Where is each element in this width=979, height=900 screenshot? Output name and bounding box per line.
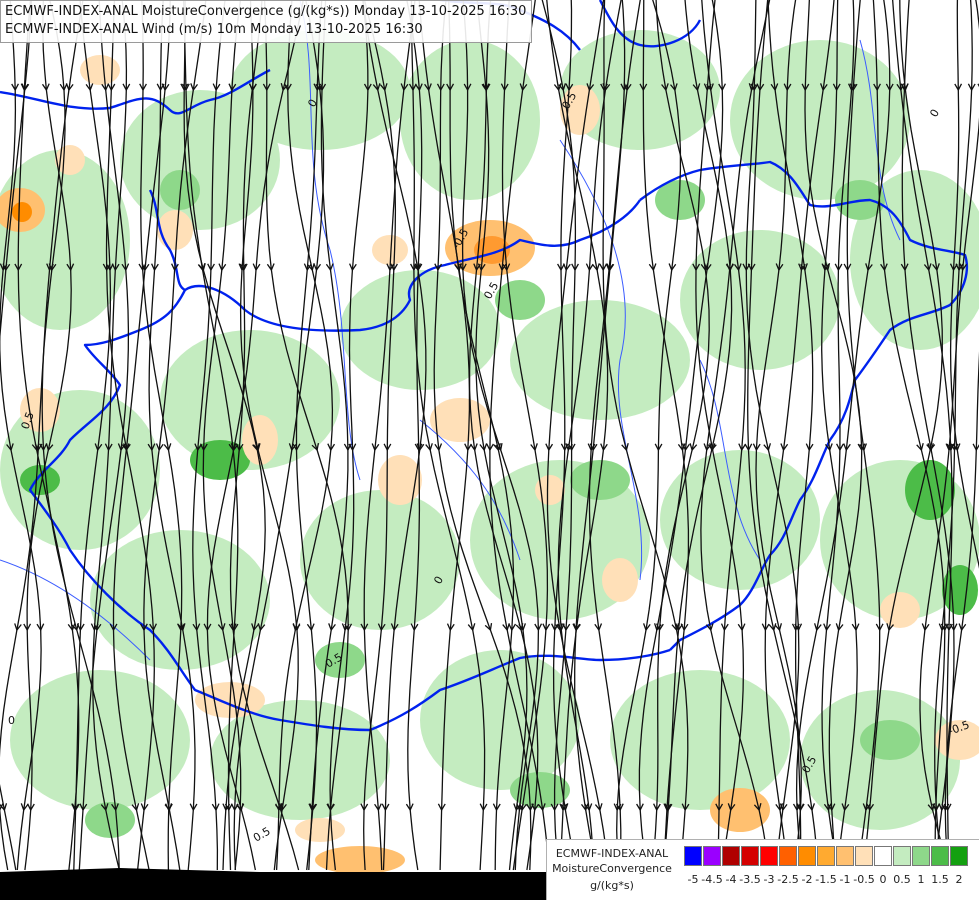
legend-tick-label: 2	[955, 873, 963, 886]
legend-tick-label: -3.5	[739, 873, 761, 886]
legend-swatch	[836, 846, 854, 866]
legend-caption: ECMWF-INDEX-ANAL MoistureConvergence g/(…	[547, 846, 677, 893]
legend-swatch	[950, 846, 968, 866]
weather-map: 0 0.5 0.5 -0.5 0.5 0 0.5 -0.5 0 0.5 0 0.…	[0, 0, 979, 900]
title-line-1: ECMWF-INDEX-ANAL MoistureConvergence (g/…	[5, 4, 527, 19]
legend-tick-label: -4	[725, 873, 737, 886]
map-canvas: 0 0.5 0.5 -0.5 0.5 0 0.5 -0.5 0 0.5 0 0.…	[0, 0, 979, 900]
legend-swatches	[684, 846, 969, 866]
coastline-land	[0, 868, 546, 900]
legend-swatch	[931, 846, 949, 866]
legend-swatch	[779, 846, 797, 866]
legend-swatch	[874, 846, 892, 866]
legend-tick-label: -2	[801, 873, 813, 886]
legend-tick-label: -0.5	[853, 873, 875, 886]
legend-tick-label: 0	[879, 873, 887, 886]
legend-swatch	[893, 846, 911, 866]
legend-tick-label: 1	[917, 873, 925, 886]
color-legend: ECMWF-INDEX-ANAL MoistureConvergence g/(…	[546, 839, 979, 900]
legend-tick-label: -1.5	[815, 873, 837, 886]
legend-swatch	[741, 846, 759, 866]
legend-swatch	[760, 846, 778, 866]
legend-tick-label: -2.5	[777, 873, 799, 886]
legend-variable: MoistureConvergence	[552, 862, 672, 875]
legend-swatch	[817, 846, 835, 866]
legend-swatch	[798, 846, 816, 866]
legend-tick-label: -3	[763, 873, 775, 886]
contour-label: 0	[8, 714, 15, 727]
map-title: ECMWF-INDEX-ANAL MoistureConvergence (g/…	[0, 0, 533, 43]
legend-model: ECMWF-INDEX-ANAL	[555, 847, 669, 860]
legend-tick-label: 0.5	[893, 873, 911, 886]
legend-swatch	[722, 846, 740, 866]
legend-swatch	[684, 846, 702, 866]
legend-tick-label: -1	[839, 873, 851, 886]
title-line-2: ECMWF-INDEX-ANAL Wind (m/s) 10m Monday 1…	[5, 22, 423, 37]
legend-swatch	[912, 846, 930, 866]
legend-tick-label: 1.5	[931, 873, 949, 886]
legend-swatch	[855, 846, 873, 866]
legend-unit: g/(kg*s)	[590, 879, 634, 892]
legend-tick-label: -4.5	[701, 873, 723, 886]
legend-tick-label: -5	[687, 873, 699, 886]
legend-ticks: -5 -4.5 -4 -3.5 -3 -2.5 -2 -1.5 -1 -0.5 0 0.5 1 1.5 2	[684, 873, 974, 889]
legend-swatch	[703, 846, 721, 866]
